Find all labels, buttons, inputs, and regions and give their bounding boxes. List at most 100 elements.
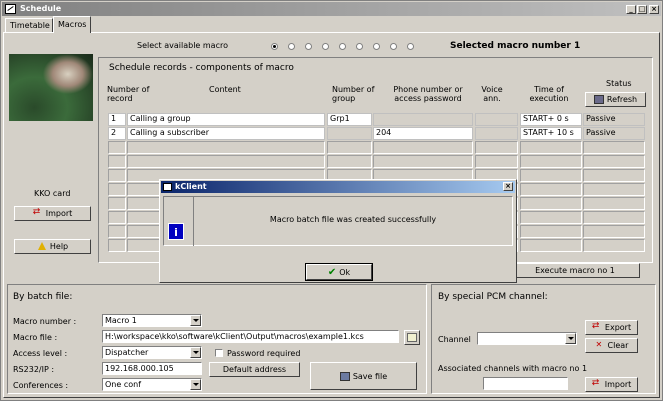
clear-button[interactable]: Clear [585, 338, 638, 353]
record-cell-voice[interactable] [475, 113, 518, 126]
record-cell-number[interactable] [108, 211, 126, 224]
record-cell-time[interactable]: START+ 0 s [520, 113, 582, 126]
import-icon [33, 207, 43, 218]
record-cell-status[interactable] [583, 155, 645, 168]
record-cell-time[interactable] [520, 155, 582, 168]
macro-radio[interactable] [373, 43, 380, 50]
app-icon [5, 4, 16, 14]
record-cell-number[interactable] [108, 155, 126, 168]
record-cell-status[interactable]: Passive [583, 127, 645, 140]
tab-macros[interactable]: Macros [53, 16, 91, 33]
record-cell-content[interactable] [127, 141, 325, 154]
macro-number-select[interactable]: Macro 1 [102, 314, 202, 327]
header-voice: Voice ann. [481, 85, 503, 103]
record-cell-number[interactable] [108, 225, 126, 238]
record-cell-time[interactable] [520, 239, 582, 252]
browse-file-button[interactable] [404, 330, 420, 345]
macro-radio[interactable] [407, 43, 414, 50]
record-cell-time[interactable] [520, 183, 582, 196]
channel-select[interactable] [477, 332, 577, 345]
app-icon [163, 183, 172, 191]
macro-radio[interactable] [356, 43, 363, 50]
tab-timetable[interactable]: Timetable [5, 18, 53, 32]
kko-card-label: KKO card [34, 189, 71, 198]
default-address-button[interactable]: Default address [209, 362, 300, 377]
record-cell-phone[interactable] [373, 113, 473, 126]
record-cell-group[interactable] [327, 155, 372, 168]
minimize-button[interactable]: _ [626, 5, 636, 14]
header-group: Number of group [332, 85, 375, 103]
record-cell-time[interactable] [520, 225, 582, 238]
record-cell-voice[interactable] [475, 127, 518, 140]
record-cell-time[interactable] [520, 211, 582, 224]
save-file-button[interactable]: Save file [310, 362, 417, 390]
dialog-close-button[interactable]: × [503, 182, 513, 191]
record-cell-phone[interactable] [373, 155, 473, 168]
record-cell-number[interactable] [108, 183, 126, 196]
conferences-select[interactable]: One conf [102, 378, 202, 391]
associated-channels-field[interactable] [483, 377, 568, 390]
macro-radio[interactable] [288, 43, 295, 50]
export-button[interactable]: Export [585, 320, 638, 335]
record-cell-number[interactable]: 2 [108, 127, 126, 140]
record-cell-status[interactable] [583, 225, 645, 238]
record-cell-phone[interactable] [373, 141, 473, 154]
record-cell-status[interactable] [583, 141, 645, 154]
record-cell-status[interactable] [583, 239, 645, 252]
record-cell-status[interactable] [583, 183, 645, 196]
record-cell-number[interactable] [108, 141, 126, 154]
dialog-message: Macro batch file was created successfull… [269, 215, 437, 224]
record-cell-status[interactable] [583, 197, 645, 210]
pcm-import-button[interactable]: Import [585, 377, 638, 392]
record-cell-content[interactable] [127, 155, 325, 168]
record-cell-content[interactable]: Calling a subscriber [127, 127, 325, 140]
record-cell-time[interactable] [520, 141, 582, 154]
record-cell-number[interactable] [108, 197, 126, 210]
record-cell-time[interactable] [520, 169, 582, 182]
batch-title: By batch file: [13, 292, 73, 302]
select-macro-label: Select available macro [137, 41, 228, 50]
record-cell-status[interactable]: Passive [583, 113, 645, 126]
record-cell-number[interactable] [108, 169, 126, 182]
record-cell-number[interactable]: 1 [108, 113, 126, 126]
macro-radio[interactable] [322, 43, 329, 50]
record-cell-number[interactable] [108, 239, 126, 252]
access-level-select[interactable]: Dispatcher [102, 346, 202, 359]
help-button[interactable]: Help [14, 239, 91, 254]
ok-button[interactable]: ✔ Ok [305, 263, 373, 281]
execute-macro-button[interactable]: Execute macro no 1 [510, 263, 640, 278]
record-cell-voice[interactable] [475, 155, 518, 168]
refresh-icon [593, 95, 604, 104]
header-time: Time of execution [529, 85, 569, 103]
record-cell-voice[interactable] [475, 141, 518, 154]
maximize-button[interactable]: □ [637, 5, 647, 14]
macro-radio[interactable] [305, 43, 312, 50]
window-title: Schedule [20, 4, 62, 13]
chevron-down-icon [565, 333, 576, 344]
record-cell-group[interactable]: Grp1 [327, 113, 372, 126]
rs232-field[interactable]: 192.168.000.105 [102, 362, 202, 375]
records-title: Schedule records - components of macro [109, 63, 294, 73]
import-card-button[interactable]: Import [14, 206, 91, 221]
record-cell-time[interactable] [520, 197, 582, 210]
macro-radio[interactable] [271, 43, 278, 50]
refresh-button[interactable]: Refresh [585, 92, 646, 107]
record-cell-time[interactable]: START+ 10 s [520, 127, 582, 140]
record-cell-content[interactable]: Calling a group [127, 113, 325, 126]
window-title-bar[interactable]: Schedule _ □ × [2, 2, 661, 16]
record-cell-group[interactable] [327, 141, 372, 154]
record-cell-phone[interactable]: 204 [373, 127, 473, 140]
header-phone: Phone number or access password [393, 85, 463, 103]
warning-icon [37, 242, 47, 251]
record-cell-status[interactable] [583, 211, 645, 224]
password-required-checkbox[interactable] [215, 349, 223, 357]
macro-file-field[interactable]: H:\workspace\kko\software\kClient\Output… [102, 330, 399, 343]
close-button[interactable]: × [649, 5, 659, 14]
record-cell-group[interactable] [327, 127, 372, 140]
macro-radio[interactable] [339, 43, 346, 50]
info-icon: i [168, 223, 184, 240]
record-cell-status[interactable] [583, 169, 645, 182]
macro-radio[interactable] [390, 43, 397, 50]
dialog-title-bar[interactable]: kClient × [161, 181, 515, 193]
export-icon [592, 321, 602, 332]
